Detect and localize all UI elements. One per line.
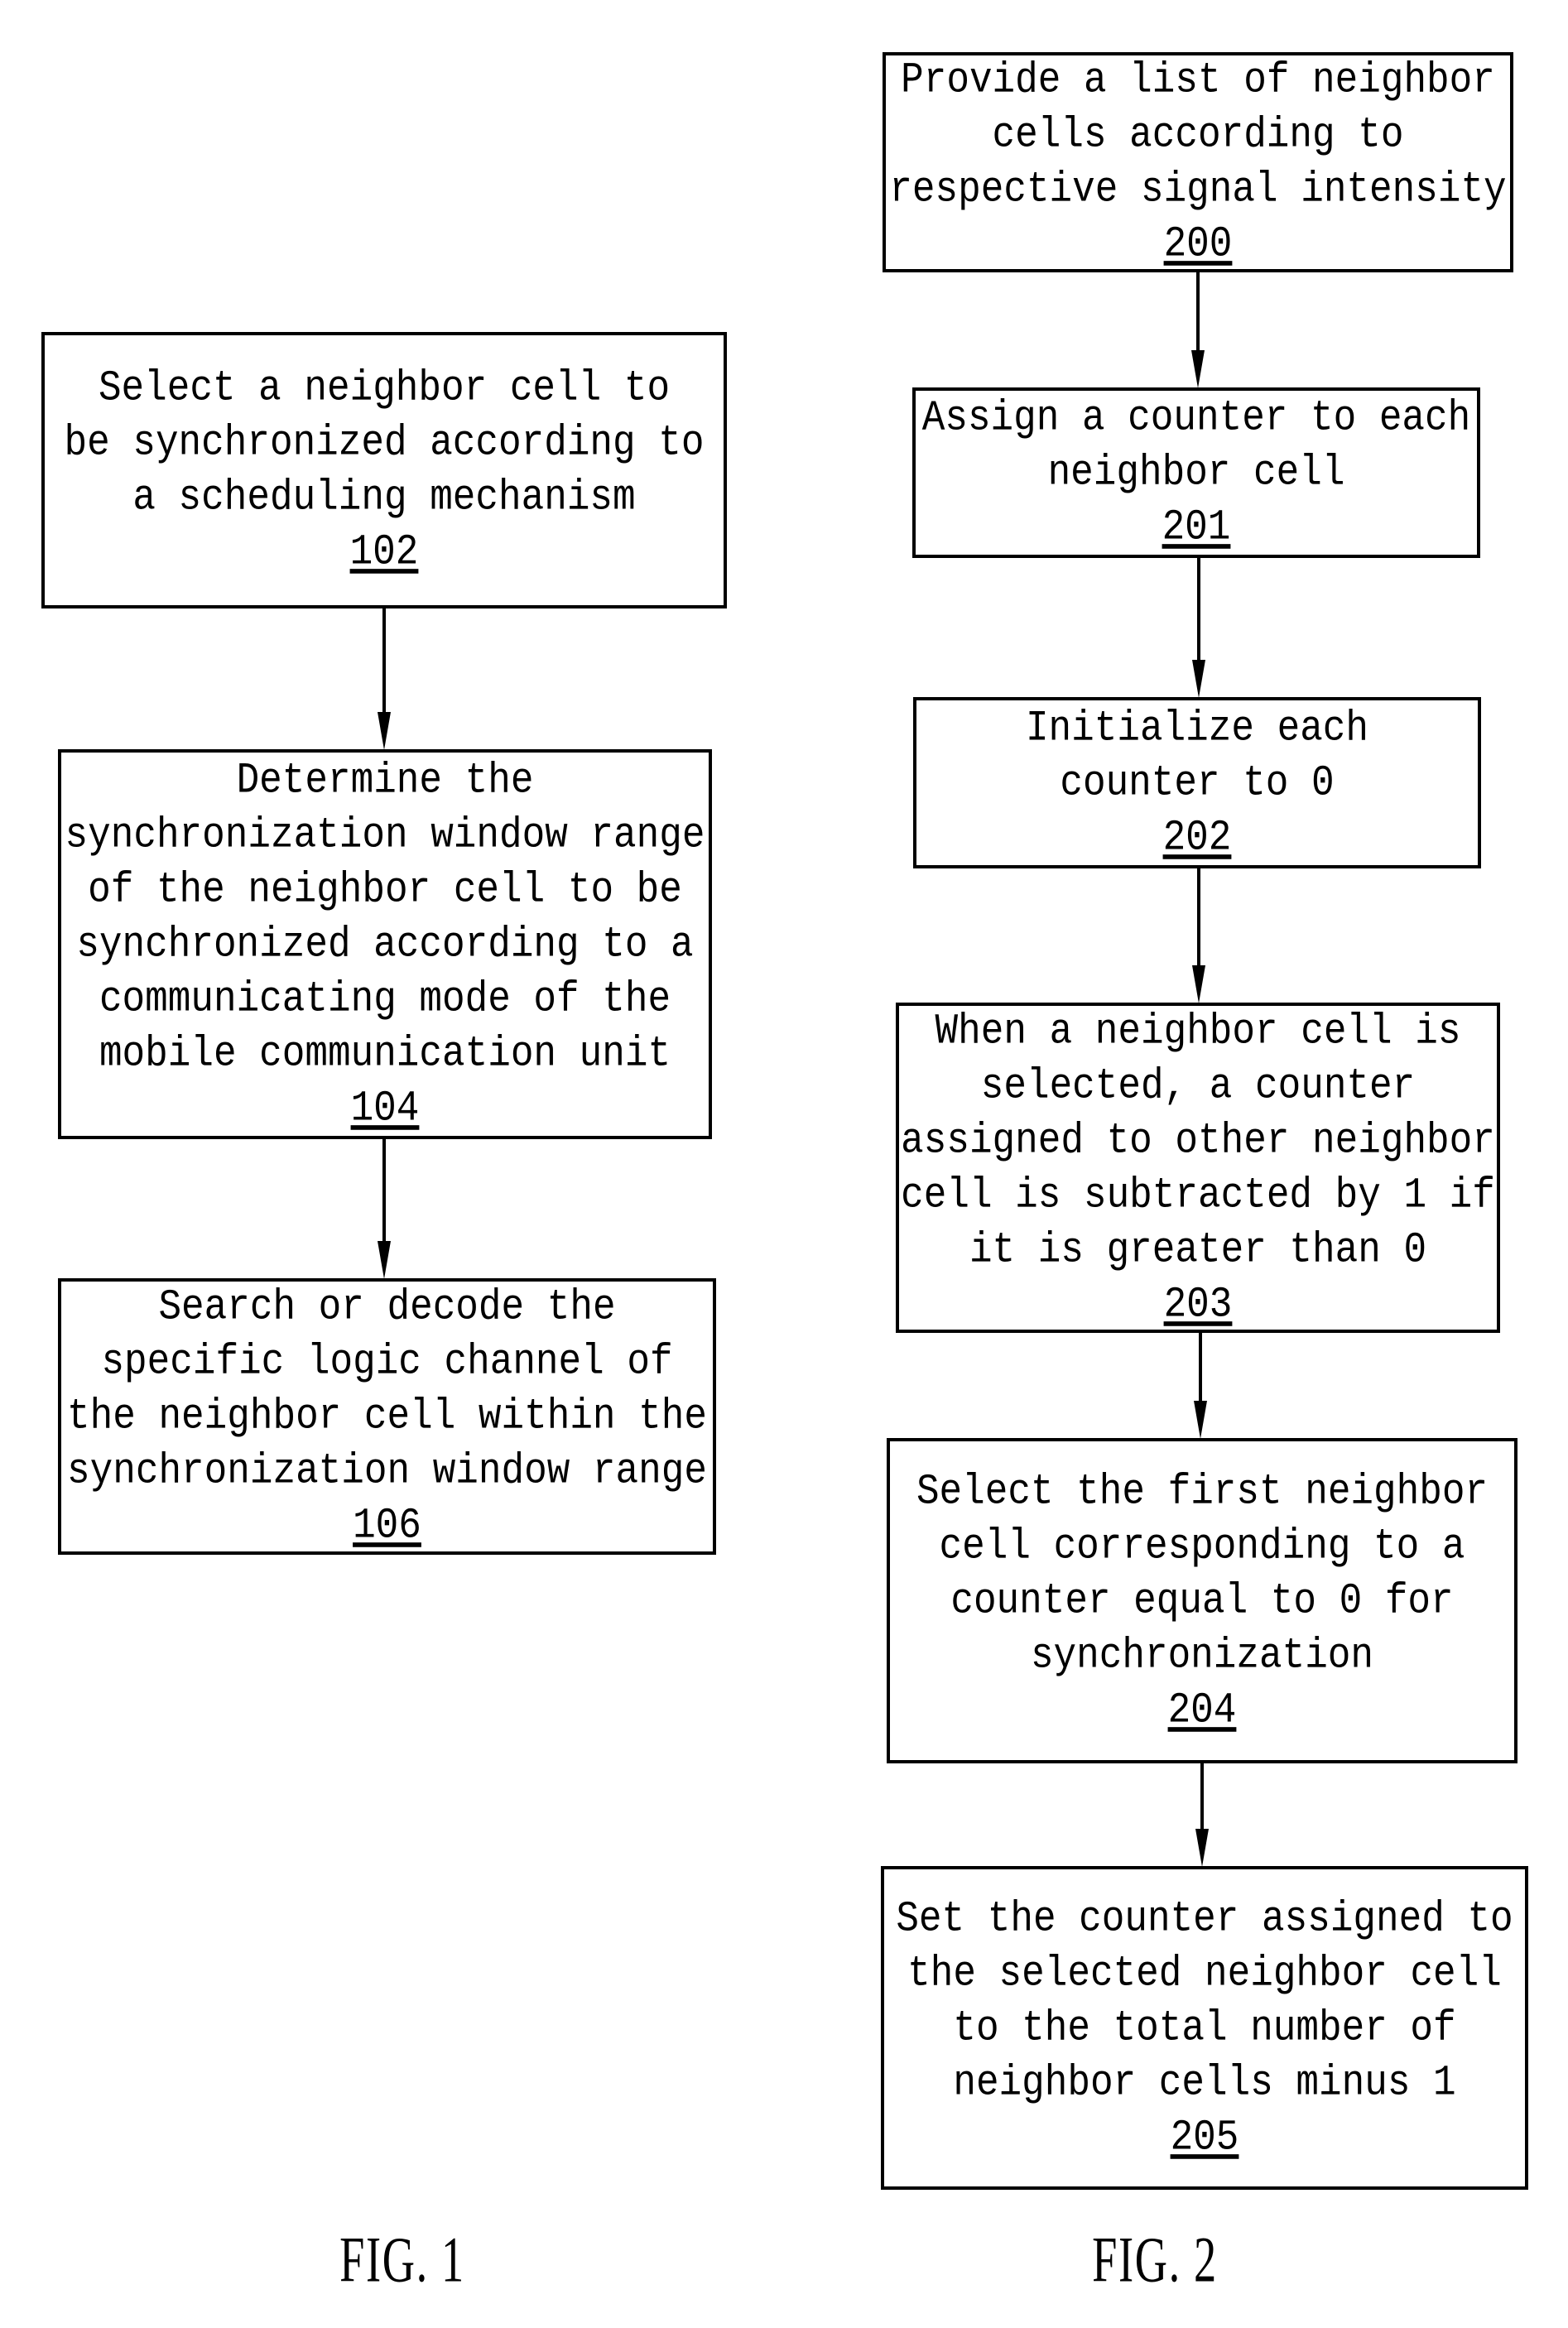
step-102-box: Select a neighbor cell to be synchronize…	[41, 332, 727, 608]
step-text-line: cell is subtracted by 1 if	[901, 1171, 1495, 1219]
step-text-line: When a neighbor cell is	[935, 1007, 1461, 1056]
step-text-line: synchronized according to a	[76, 920, 694, 969]
step-text-line: cells according to	[992, 110, 1404, 160]
step-text-line: mobile communication unit	[99, 1029, 671, 1078]
step-106-box: Search or decode the specific logic chan…	[58, 1278, 716, 1555]
step-text-line: Determine the	[236, 756, 534, 805]
step-ref-number: 202	[1162, 813, 1232, 862]
step-ref-number: 205	[1170, 2113, 1239, 2162]
step-text-line: Assign a counter to each	[921, 393, 1471, 443]
arrow-204-to-205	[1195, 1763, 1209, 1867]
step-text-line: Provide a list of neighbor	[901, 55, 1495, 105]
step-ref-number: 203	[1163, 1280, 1233, 1329]
step-text-line: Search or decode the	[158, 1282, 616, 1332]
step-ref-number: 102	[349, 527, 419, 577]
step-text-line: be synchronized according to	[64, 418, 705, 468]
step-text-line: selected, a counter	[980, 1061, 1416, 1110]
arrow-102-to-104	[378, 608, 391, 750]
figure-2-label: FIG. 2	[1092, 2223, 1218, 2296]
step-text-line: Select a neighbor cell to	[98, 363, 671, 413]
step-text-line: communicating mode of the	[99, 974, 671, 1023]
step-text-line: of the neighbor cell to be	[88, 865, 682, 914]
step-ref-number: 106	[353, 1501, 421, 1551]
step-text-line: synchronization	[1030, 1631, 1374, 1680]
arrow-201-to-202	[1192, 558, 1205, 698]
step-text-line: Select the first neighbor	[916, 1467, 1489, 1516]
step-text-line: to the total number of	[953, 2003, 1456, 2052]
step-ref-number: 104	[350, 1084, 420, 1133]
arrow-202-to-203	[1192, 868, 1205, 1003]
figure-1-label: FIG. 1	[339, 2223, 465, 2296]
step-ref-number: 204	[1167, 1686, 1237, 1734]
step-text-line: neighbor cells minus 1	[953, 2058, 1456, 2107]
step-ref-number: 201	[1162, 503, 1231, 552]
step-204-box: Select the first neighbor cell correspon…	[887, 1438, 1517, 1763]
step-text-line: the neighbor cell within the	[67, 1392, 707, 1441]
step-text-line: assigned to other neighbor	[901, 1116, 1495, 1165]
step-ref-number: 200	[1163, 219, 1233, 269]
step-text-line: cell corresponding to a	[939, 1522, 1465, 1570]
arrow-200-to-201	[1191, 272, 1205, 388]
step-202-box: Initialize each counter to 0 202	[913, 697, 1481, 868]
step-text-line: counter equal to 0 for	[950, 1576, 1454, 1625]
step-text-line: synchronization window range	[65, 810, 705, 859]
step-text-line: respective signal intensity	[889, 165, 1507, 214]
step-text-line: Set the counter assigned to	[896, 1894, 1513, 1943]
step-104-box: Determine the synchronization window ran…	[58, 749, 712, 1139]
step-text-line: synchronization window range	[67, 1446, 707, 1496]
step-201-box: Assign a counter to each neighbor cell 2…	[912, 387, 1480, 558]
step-text-line: specific logic channel of	[101, 1337, 673, 1387]
step-203-box: When a neighbor cell is selected, a coun…	[896, 1003, 1500, 1333]
step-text-line: it is greater than 0	[969, 1225, 1427, 1274]
step-text-line: counter to 0	[1060, 758, 1335, 807]
step-text-line: a scheduling mechanism	[132, 473, 636, 522]
arrow-104-to-106	[378, 1139, 391, 1279]
step-text-line: neighbor cell	[1047, 448, 1345, 498]
step-text-line: Initialize each	[1025, 704, 1369, 753]
step-text-line: the selected neighbor cell	[907, 1949, 1502, 1998]
arrow-203-to-204	[1194, 1333, 1207, 1439]
step-205-box: Set the counter assigned to the selected…	[881, 1866, 1528, 2190]
step-200-box: Provide a list of neighbor cells accordi…	[883, 52, 1513, 272]
